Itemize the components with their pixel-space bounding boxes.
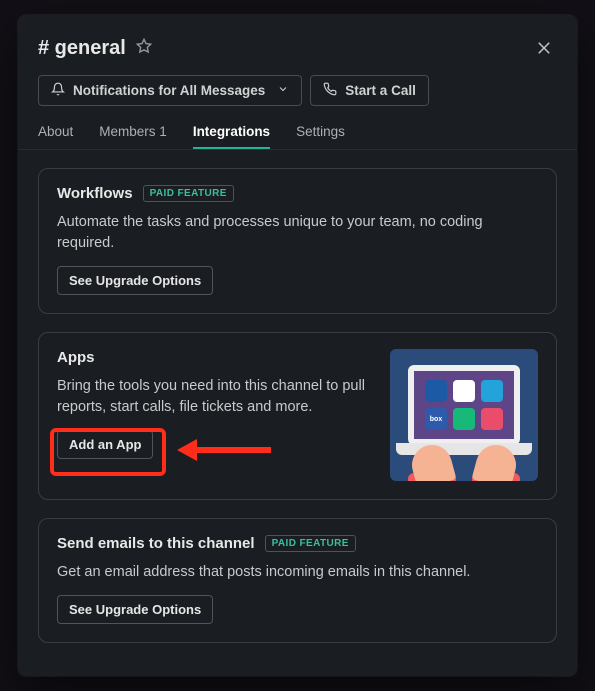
workflows-upgrade-button[interactable]: See Upgrade Options [57, 266, 213, 295]
start-call-button[interactable]: Start a Call [310, 75, 429, 106]
toolbar: Notifications for All Messages Start a C… [18, 61, 577, 106]
channel-title-group: # general [38, 37, 152, 60]
emails-desc: Get an email address that posts incoming… [57, 562, 538, 583]
channel-name: # general [38, 37, 126, 60]
tabs: About Members 1 Integrations Settings [18, 106, 577, 150]
tab-settings[interactable]: Settings [296, 124, 345, 149]
apps-title: Apps [57, 349, 95, 366]
apps-desc: Bring the tools you need into this chann… [57, 376, 372, 418]
notifications-label: Notifications for All Messages [73, 83, 265, 98]
tab-integrations[interactable]: Integrations [193, 124, 270, 149]
tab-about[interactable]: About [38, 124, 73, 149]
modal-header: # general [18, 35, 577, 61]
start-call-label: Start a Call [345, 83, 416, 98]
emails-upgrade-button[interactable]: See Upgrade Options [57, 595, 213, 624]
card-emails: Send emails to this channel PAID FEATURE… [38, 518, 557, 643]
apps-illustration: box [390, 349, 538, 481]
bell-icon [51, 82, 65, 99]
close-icon[interactable] [531, 35, 557, 61]
channel-details-modal: # general Notifications for All Messages [18, 15, 577, 676]
emails-title: Send emails to this channel [57, 535, 255, 552]
integrations-body: Workflows PAID FEATURE Automate the task… [18, 150, 577, 666]
workflows-desc: Automate the tasks and processes unique … [57, 212, 538, 254]
phone-icon [323, 82, 337, 99]
add-app-button[interactable]: Add an App [57, 430, 153, 459]
star-icon[interactable] [136, 38, 152, 59]
paid-feature-badge: PAID FEATURE [265, 535, 356, 552]
tab-members[interactable]: Members 1 [99, 124, 167, 149]
notifications-button[interactable]: Notifications for All Messages [38, 75, 302, 106]
paid-feature-badge: PAID FEATURE [143, 185, 234, 202]
card-workflows: Workflows PAID FEATURE Automate the task… [38, 168, 557, 314]
workflows-title: Workflows [57, 185, 133, 202]
card-apps: Apps Bring the tools you need into this … [38, 332, 557, 500]
chevron-down-icon [277, 83, 289, 98]
